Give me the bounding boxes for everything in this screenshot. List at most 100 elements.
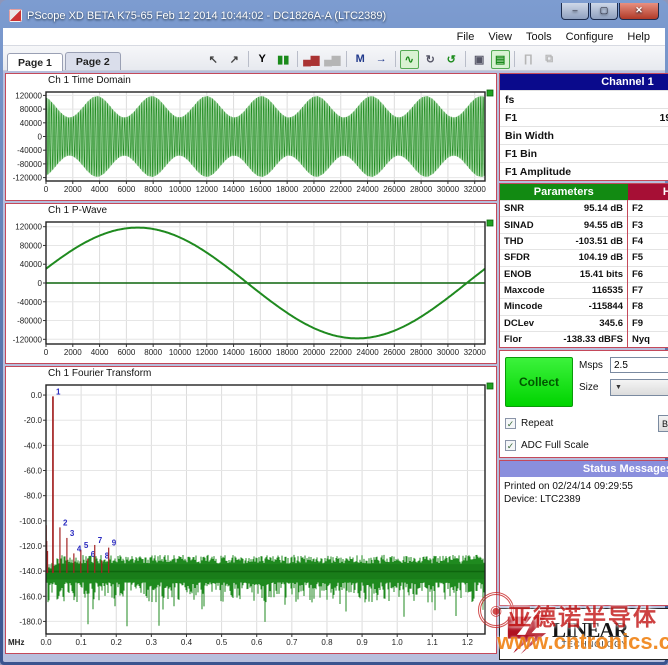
cursor-tool-icon[interactable]: ↖ [204,50,223,69]
svg-text:8000: 8000 [144,185,162,194]
parameter-row: SINAD94.55 dB [500,216,627,232]
svg-text:18000: 18000 [276,185,299,194]
y-autoscale-icon[interactable]: Y [253,50,272,69]
export-icon[interactable]: ⧉ [540,50,559,69]
window-dropdown[interactable]: Blkmn-Harris 92dB ▼ [658,415,668,432]
cursor-bars-icon[interactable]: ▮▮ [274,50,293,69]
harmonics-header: Harmonics [628,184,668,200]
adc-fullscale-checkbox[interactable]: ✓ [505,440,516,451]
svg-text:-180.0: -180.0 [19,617,42,626]
harmonic-row-label: F7 [632,285,643,296]
parameters-header: Parameters [500,184,628,200]
window-buttons: – ▢ ✕ [560,3,659,20]
tab-page-1[interactable]: Page 1 [7,53,63,71]
svg-text:0.3: 0.3 [146,638,158,647]
status-header: Status Messages [500,461,668,477]
channel-row-label: F1 Bin [505,148,537,160]
channel-row-label: Bin Width [505,130,554,142]
pwave-panel: Ch 1 P-Wave 0200040006000800010000120001… [5,203,497,364]
svg-text:-80.0: -80.0 [24,492,43,501]
svg-text:1.0: 1.0 [392,638,404,647]
parameter-row: Flor -138.33 dBFS [500,331,627,347]
parameter-row-value: 116535 [592,285,623,296]
pwave-plot[interactable]: 0200040006000800010000120001400016000180… [6,217,496,358]
adc-fullscale-label: ADC Full Scale [521,440,589,451]
svg-text:16000: 16000 [249,348,272,357]
svg-text:6000: 6000 [117,185,135,194]
trace-pointer-icon[interactable]: ↗ [225,50,244,69]
svg-text:120000: 120000 [15,91,42,100]
parameter-row-label: SINAD [504,220,534,231]
svg-text:20000: 20000 [303,185,326,194]
svg-text:-40000: -40000 [17,146,42,155]
title-bar: PScope XD BETA K75-65 Feb 12 2014 10:44:… [3,3,665,28]
channel-row-label: fs [505,94,514,106]
svg-text:-160.0: -160.0 [19,592,42,601]
notes-icon[interactable]: ▤ [491,50,510,69]
redo-icon[interactable]: ↻ [421,50,440,69]
undo-icon[interactable]: ↺ [442,50,461,69]
parameter-row-value: -115844 [589,301,623,312]
parameter-row-value: 15.41 bits [580,269,623,280]
maximize-button[interactable]: ▢ [590,3,618,20]
params-harmonics-box: Parameters Harmonics SNR95.14 dBSINAD94.… [499,183,668,348]
channel-row: F1 Amplitude-1.047 dBFS [500,162,668,180]
fft-plot[interactable]: 1234567890.00.10.20.30.40.50.60.70.80.91… [6,380,496,648]
pwave-title: Ch 1 P-Wave [6,204,496,217]
average-arrow-icon[interactable]: → [372,50,391,69]
status-messages-box: Status Messages Printed on 02/24/14 09:2… [499,460,668,606]
svg-text:20000: 20000 [303,348,326,357]
svg-text:-100.0: -100.0 [19,517,42,526]
time-domain-plot[interactable]: 0200040006000800010000120001400016000180… [6,87,496,195]
svg-text:4000: 4000 [91,348,109,357]
parameter-row-label: SFDR [504,252,530,263]
svg-text:2000: 2000 [64,348,82,357]
parameter-row-value: -138.33 dBFS [563,334,623,345]
parameter-row-value: 345.6 [599,318,623,329]
svg-text:1.2: 1.2 [462,638,474,647]
svg-text:-140.0: -140.0 [19,567,42,576]
camera-icon[interactable]: ▣ [470,50,489,69]
watermark-url-text: www.cntronics.com [497,629,668,655]
msps-input[interactable] [610,357,668,373]
harmonic-row: F7-118.20 dBc [628,282,668,298]
harmonic-row-label: F5 [632,252,643,263]
parameter-row-label: DCLev [504,318,534,329]
harmonic-row: F2-104.19 dBc [628,200,668,216]
svg-text:32000: 32000 [464,348,487,357]
svg-text:120000: 120000 [15,223,42,232]
close-button[interactable]: ✕ [619,3,659,20]
svg-text:80000: 80000 [20,241,43,250]
histogram-red-icon[interactable]: ▄▆ [302,50,321,69]
size-label: Size [579,382,605,393]
tool-bar: Page 1Page 2 ↖↗ Y▮▮ ▄▆▄▆ M→ ∿↻↺ ▣▤ ∏⧉ [3,46,665,71]
info-column: Channel 1 fs2.500000 MspsF119.836425781 … [499,73,668,660]
menu-help[interactable]: Help [620,31,657,43]
marker-l-icon[interactable]: ∏ [519,50,538,69]
collect-button[interactable]: Collect [505,357,573,407]
harmonic-row-label: F4 [632,236,643,247]
status-line: Printed on 02/24/14 09:29:55 [504,480,668,493]
status-body: Printed on 02/24/14 09:29:55Device: LTC2… [500,477,668,509]
menu-configure[interactable]: Configure [559,31,621,43]
svg-text:-80000: -80000 [17,317,42,326]
histogram-gray-icon[interactable]: ▄▆ [323,50,342,69]
minimize-button[interactable]: – [561,3,589,20]
channel-header: Channel 1 [500,74,668,90]
svg-text:5: 5 [84,541,89,550]
size-dropdown[interactable]: ▼ 32768 [610,379,668,396]
menu-file[interactable]: File [450,31,482,43]
average-m-icon[interactable]: M [351,50,370,69]
menu-tools[interactable]: Tools [519,31,559,43]
parameter-row-label: Flor [504,334,522,345]
app-icon [9,9,22,22]
svg-text:-80000: -80000 [17,160,42,169]
svg-text:2000: 2000 [64,185,82,194]
repeat-checkbox[interactable]: ✓ [505,418,516,429]
toolbar-separator [395,51,396,67]
menu-view[interactable]: View [481,31,519,43]
svg-text:1: 1 [56,387,61,396]
collect-curve-icon[interactable]: ∿ [400,50,419,69]
channel-row-value: 19.836425781 KHz [660,112,668,124]
tab-page-2[interactable]: Page 2 [65,52,121,70]
